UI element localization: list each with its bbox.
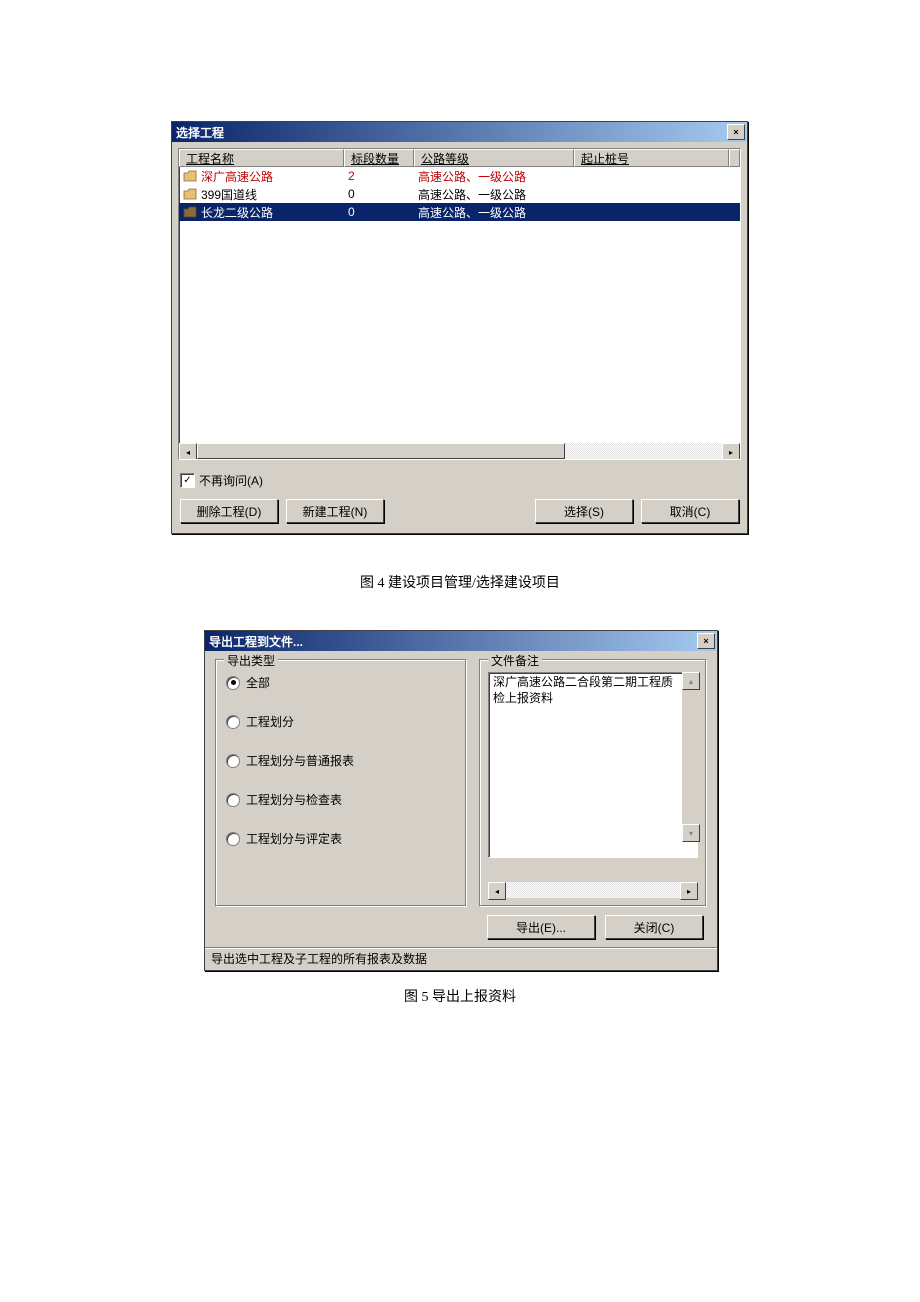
radio-label: 工程划分与评定表 — [246, 830, 342, 847]
dialog2-titlebar[interactable]: 导出工程到文件... × — [205, 631, 717, 651]
radio-icon — [226, 676, 240, 690]
radio-division-normal-report[interactable]: 工程划分与普通报表 — [226, 752, 456, 769]
col-stake-range[interactable]: 起止桩号 — [574, 149, 729, 167]
figure-caption-4: 图 4 建设项目管理/选择建设项目 — [0, 572, 920, 592]
cell-name: 深广高速公路 — [201, 168, 273, 185]
select-button[interactable]: 选择(S) — [535, 499, 633, 523]
cell-name: 长龙二级公路 — [201, 204, 273, 221]
close-icon[interactable]: × — [697, 633, 715, 649]
dialog1-titlebar[interactable]: 选择工程 × — [172, 122, 747, 142]
cancel-button[interactable]: 取消(C) — [641, 499, 739, 523]
list-header: 工程名称 标段数量 公路等级 起止桩号 — [179, 149, 740, 167]
cell-grade: 高速公路、一级公路 — [414, 186, 574, 203]
export-project-dialog: 导出工程到文件... × 导出类型 全部 工程划分 工程划分与普通报表 — [204, 630, 718, 971]
col-section-qty[interactable]: 标段数量 — [344, 149, 414, 167]
radio-all[interactable]: 全部 — [226, 674, 456, 691]
cell-grade: 高速公路、一级公路 — [414, 168, 574, 185]
table-row[interactable]: 长龙二级公路 0 高速公路、一级公路 — [179, 203, 740, 221]
radio-icon — [226, 793, 240, 807]
scroll-right-icon[interactable]: ▸ — [680, 882, 698, 900]
cell-qty: 0 — [344, 205, 414, 219]
radio-label: 工程划分与检查表 — [246, 791, 342, 808]
cell-grade: 高速公路、一级公路 — [414, 204, 574, 221]
dialog2-title: 导出工程到文件... — [209, 633, 697, 650]
dialog1-title: 选择工程 — [176, 124, 727, 141]
col-project-name[interactable]: 工程名称 — [179, 149, 344, 167]
new-project-button[interactable]: 新建工程(N) — [286, 499, 384, 523]
file-note-textarea[interactable]: 深广高速公路二合段第二期工程质检上报资料 — [488, 672, 698, 858]
dont-ask-label: 不再询问(A) — [199, 472, 263, 489]
col-road-grade[interactable]: 公路等级 — [414, 149, 574, 167]
radio-label: 工程划分与普通报表 — [246, 752, 354, 769]
radio-label: 全部 — [246, 674, 270, 691]
figure-caption-5: 图 5 导出上报资料 — [0, 986, 920, 1006]
radio-label: 工程划分 — [246, 713, 294, 730]
radio-icon — [226, 754, 240, 768]
status-bar: 导出选中工程及子工程的所有报表及数据 — [205, 947, 717, 970]
select-project-dialog: 选择工程 × 工程名称 标段数量 公路等级 起止桩号 深广高速公路 — [171, 121, 748, 534]
file-note-legend: 文件备注 — [488, 652, 542, 669]
export-type-legend: 导出类型 — [224, 652, 278, 669]
radio-icon — [226, 715, 240, 729]
folder-icon — [183, 170, 197, 182]
check-icon: ✓ — [180, 473, 195, 488]
note-vertical-scrollbar[interactable]: ▴ ▾ — [682, 672, 698, 842]
radio-division-check-sheet[interactable]: 工程划分与检查表 — [226, 791, 456, 808]
project-list: 工程名称 标段数量 公路等级 起止桩号 深广高速公路 2 高速公路、一级公路 — [178, 148, 741, 460]
scroll-down-icon[interactable]: ▾ — [682, 824, 700, 842]
delete-project-button[interactable]: 删除工程(D) — [180, 499, 278, 523]
col-extra[interactable] — [729, 149, 740, 167]
folder-icon — [183, 206, 197, 218]
file-note-group: 文件备注 深广高速公路二合段第二期工程质检上报资料 ▴ ▾ ◂ ▸ — [479, 659, 707, 907]
list-rows: 深广高速公路 2 高速公路、一级公路 399国道线 0 高速公路、一级公路 — [179, 167, 740, 221]
radio-icon — [226, 832, 240, 846]
export-button[interactable]: 导出(E)... — [487, 915, 595, 939]
cell-qty: 2 — [344, 169, 414, 183]
close-icon[interactable]: × — [727, 124, 745, 140]
scroll-left-icon[interactable]: ◂ — [488, 882, 506, 900]
note-horizontal-scrollbar[interactable]: ◂ ▸ — [488, 882, 698, 898]
cell-qty: 0 — [344, 187, 414, 201]
table-row[interactable]: 深广高速公路 2 高速公路、一级公路 — [179, 167, 740, 185]
scroll-right-icon[interactable]: ▸ — [722, 443, 740, 460]
dont-ask-checkbox[interactable]: ✓ 不再询问(A) — [180, 472, 739, 489]
cell-name: 399国道线 — [201, 186, 257, 203]
scroll-up-icon[interactable]: ▴ — [682, 672, 700, 690]
horizontal-scrollbar[interactable]: ◂ ▸ — [179, 443, 740, 459]
folder-icon — [183, 188, 197, 200]
radio-division[interactable]: 工程划分 — [226, 713, 456, 730]
table-row[interactable]: 399国道线 0 高速公路、一级公路 — [179, 185, 740, 203]
radio-division-eval-sheet[interactable]: 工程划分与评定表 — [226, 830, 456, 847]
scroll-left-icon[interactable]: ◂ — [179, 443, 197, 460]
export-type-group: 导出类型 全部 工程划分 工程划分与普通报表 工程划分与检查表 — [215, 659, 467, 907]
scrollbar-thumb[interactable] — [197, 443, 565, 459]
close-button[interactable]: 关闭(C) — [605, 915, 703, 939]
